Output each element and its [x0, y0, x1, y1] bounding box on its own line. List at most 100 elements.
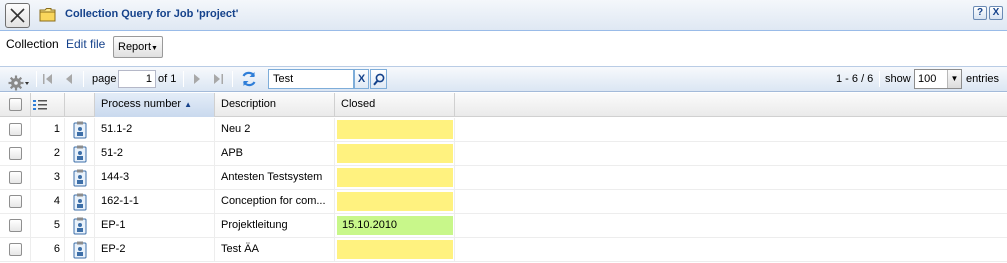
row-checkbox[interactable] [9, 219, 22, 232]
row-select-cell [0, 190, 31, 214]
row-checkbox[interactable] [9, 123, 22, 136]
window-title: Collection Query for Job 'project' [65, 8, 239, 20]
search-icon [373, 73, 385, 86]
window-close-button[interactable]: X [989, 6, 1003, 20]
table-row[interactable]: 4 162-1-1 Conception for com... [0, 190, 1007, 214]
result-range: 1 - 6 / 6 [836, 73, 874, 85]
page-size-select[interactable]: 100 ▼ [914, 69, 962, 89]
toolbar-separator [232, 71, 233, 87]
table-row[interactable]: 6 EP-2 Test ÄA [0, 238, 1007, 262]
help-button[interactable]: ? [973, 6, 987, 20]
closed-cell: 15.10.2010 [335, 214, 455, 238]
row-icon-cell [65, 190, 95, 214]
job-clipboard-icon[interactable] [73, 217, 87, 238]
column-description[interactable]: Description [215, 93, 335, 117]
icon-column [65, 93, 95, 117]
row-checkbox[interactable] [9, 195, 22, 208]
closed-cell [335, 238, 455, 262]
next-page-icon[interactable] [191, 73, 203, 85]
row-select-cell [0, 214, 31, 238]
row-select-cell [0, 118, 31, 142]
page-label: page [92, 73, 117, 85]
job-clipboard-icon[interactable] [73, 169, 87, 190]
process-number-cell: 162-1-1 [95, 190, 215, 214]
dropdown-arrow-icon: ▼ [151, 45, 158, 52]
job-clipboard-icon[interactable] [73, 193, 87, 214]
search-clear-button[interactable]: X [354, 69, 369, 89]
job-clipboard-icon[interactable] [73, 145, 87, 166]
table-row[interactable]: 2 51-2 APB [0, 142, 1007, 166]
process-number-cell: 51.1-2 [95, 118, 215, 142]
folder-icon [39, 8, 56, 22]
row-number: 2 [31, 142, 65, 166]
description-cell: Projektleitung [215, 214, 335, 238]
row-icon-cell [65, 142, 95, 166]
row-icon-cell [65, 118, 95, 142]
job-clipboard-icon[interactable] [73, 241, 87, 262]
row-checkbox[interactable] [9, 147, 22, 160]
description-cell: Test ÄA [215, 238, 335, 262]
closed-status-fill [337, 192, 453, 211]
description-cell: Neu 2 [215, 118, 335, 142]
search-input[interactable]: Test [268, 69, 354, 89]
grid-header: Process number ▲ Description Closed [0, 93, 1007, 117]
refresh-icon[interactable] [240, 70, 258, 88]
row-select-cell [0, 166, 31, 190]
toolbar-separator [879, 71, 880, 87]
table-row[interactable]: 1 51.1-2 Neu 2 [0, 118, 1007, 142]
list-order-icon[interactable] [33, 99, 47, 111]
select-all-checkbox[interactable] [9, 98, 22, 111]
row-number: 3 [31, 166, 65, 190]
column-process-number-label: Process number [101, 98, 182, 110]
job-clipboard-icon[interactable] [73, 121, 87, 142]
last-page-icon[interactable] [212, 73, 224, 85]
page-size-value: 100 [918, 73, 937, 85]
select-all-column [0, 93, 31, 117]
toolbar-separator [183, 71, 184, 87]
menu-collection[interactable]: Collection [6, 37, 59, 51]
sort-ascending-icon: ▲ [184, 100, 193, 109]
page-count-label: of 1 [158, 73, 177, 85]
gear-icon[interactable] [8, 71, 30, 95]
row-icon-cell [65, 166, 95, 190]
search-button[interactable] [370, 69, 387, 89]
row-icon-cell [65, 238, 95, 262]
process-number-cell: EP-2 [95, 238, 215, 262]
row-number: 5 [31, 214, 65, 238]
row-number-column [31, 93, 65, 117]
show-label: show [885, 73, 911, 85]
grid-toolbar: page 1 of 1 Test X 1 - 6 / 6 show 100 ▼ … [0, 66, 1007, 92]
row-number: 6 [31, 238, 65, 262]
row-number: 1 [31, 118, 65, 142]
previous-page-icon[interactable] [64, 73, 76, 85]
column-process-number[interactable]: Process number ▲ [95, 93, 215, 117]
row-icon-cell [65, 214, 95, 238]
window-titlebar: Collection Query for Job 'project' ? X [0, 0, 1007, 31]
process-number-cell: 51-2 [95, 142, 215, 166]
table-row[interactable]: 5 EP-1 Projektleitung 15.10.2010 [0, 214, 1007, 238]
closed-cell [335, 166, 455, 190]
report-dropdown-button[interactable]: Report▼ [113, 36, 163, 58]
column-description-label: Description [221, 98, 277, 110]
chevron-down-icon: ▼ [947, 70, 961, 88]
menu-edit-file[interactable]: Edit file [66, 37, 105, 51]
column-closed-label: Closed [341, 98, 376, 110]
process-number-cell: 144-3 [95, 166, 215, 190]
page-number-input[interactable]: 1 [118, 70, 156, 88]
toolbar-separator [36, 71, 37, 87]
row-checkbox[interactable] [9, 171, 22, 184]
table-row[interactable]: 3 144-3 Antesten Testsystem [0, 166, 1007, 190]
closed-status-fill [337, 144, 453, 163]
toolbar-separator [83, 71, 84, 87]
row-number: 4 [31, 190, 65, 214]
process-number-cell: EP-1 [95, 214, 215, 238]
row-checkbox[interactable] [9, 243, 22, 256]
row-select-cell [0, 142, 31, 166]
closed-cell [335, 118, 455, 142]
closed-cell [335, 142, 455, 166]
close-window-button[interactable] [5, 3, 30, 28]
report-label: Report [118, 41, 152, 53]
description-cell: Antesten Testsystem [215, 166, 335, 190]
first-page-icon[interactable] [42, 73, 54, 85]
column-closed[interactable]: Closed [335, 93, 455, 117]
